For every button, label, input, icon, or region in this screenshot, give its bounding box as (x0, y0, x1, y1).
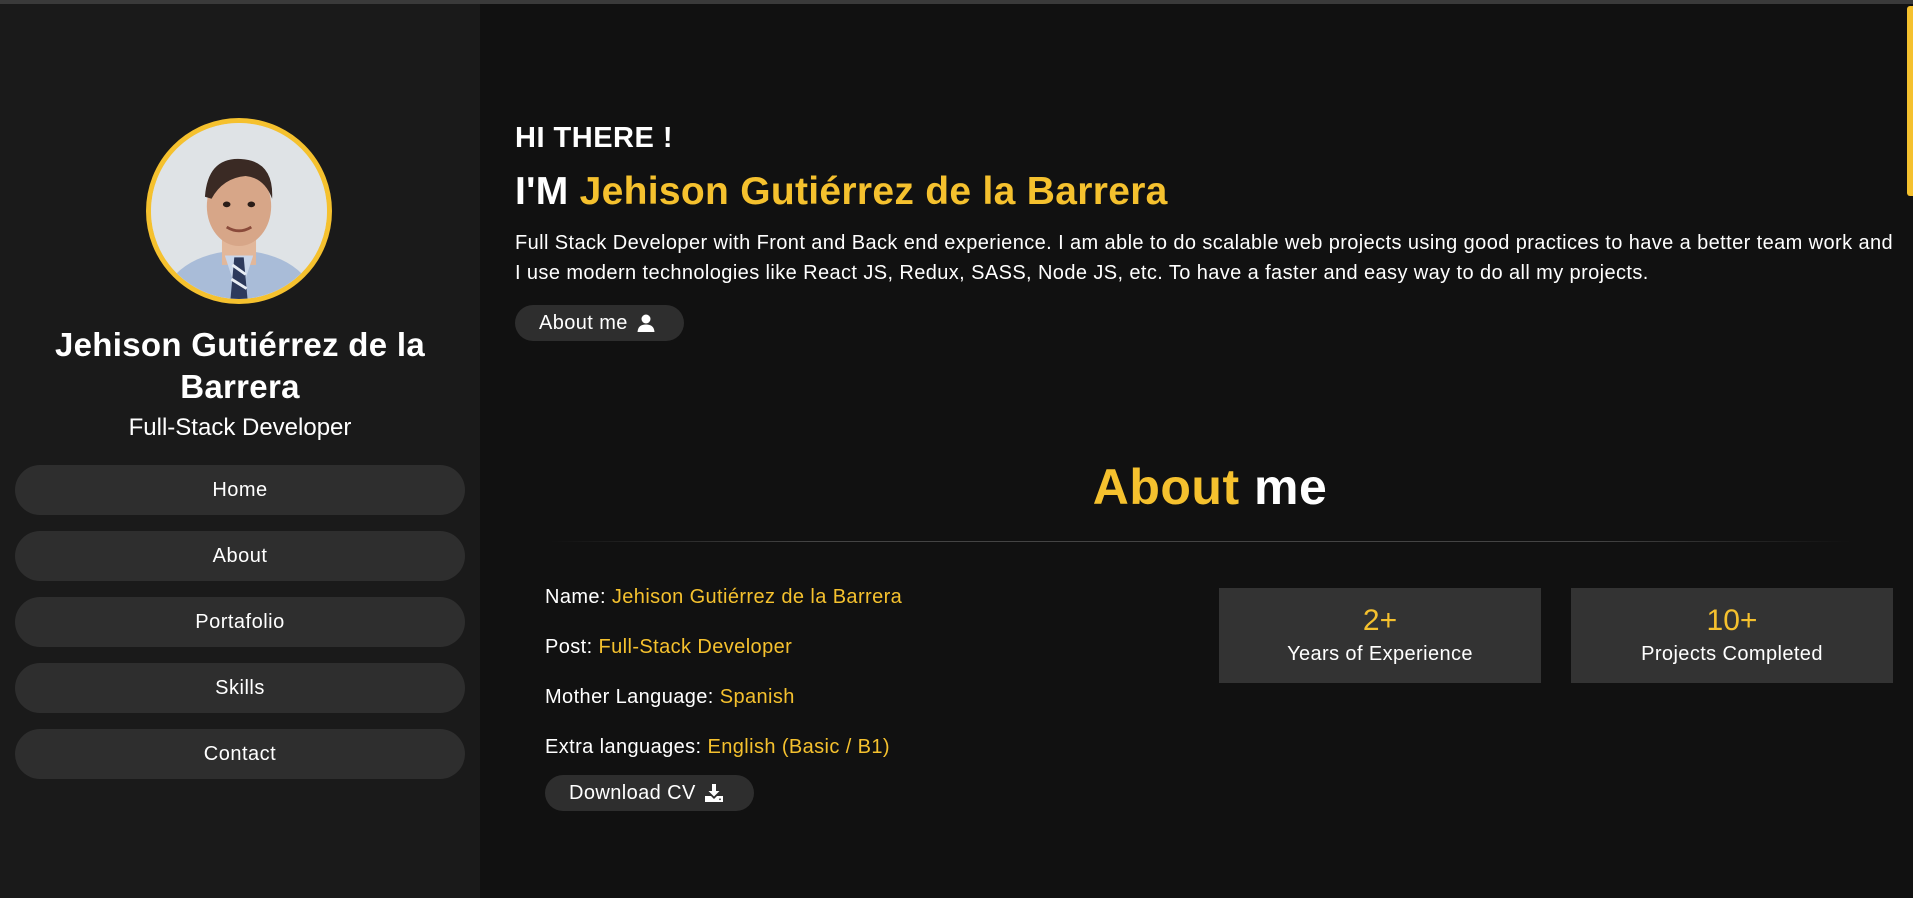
hero-headline: I'M Jehison Gutiérrez de la Barrera (515, 170, 1168, 214)
info-value: Jehison Gutiérrez de la Barrera (611, 586, 903, 608)
profile-role: Full-Stack Developer (128, 414, 352, 441)
download-icon (704, 783, 724, 803)
info-row-post: Post: Full-Stack Developer (545, 632, 1185, 682)
stat-label: Projects Completed (1641, 643, 1823, 665)
hero-greeting: HI THERE ! (515, 122, 674, 154)
stat-value: 10+ (1706, 604, 1758, 637)
info-value: English (Basic / B1) (707, 736, 890, 758)
about-info-list: Name: Jehison Gutiérrez de la Barrera Po… (545, 582, 1185, 782)
info-label: Post: (545, 636, 599, 658)
stat-label: Years of Experience (1287, 643, 1473, 665)
about-me-button-label: About me (539, 311, 628, 334)
nav-item-skills[interactable]: Skills (15, 663, 465, 713)
about-title-rest: me (1239, 459, 1328, 515)
nav-item-portafolio[interactable]: Portafolio (15, 597, 465, 647)
profile-name: Jehison Gutiérrez de la Barrera (54, 326, 425, 405)
info-label: Extra languages: (545, 736, 708, 758)
main-content: HI THERE ! I'M Jehison Gutiérrez de la B… (480, 4, 1913, 898)
avatar (146, 118, 332, 304)
stat-card-projects: 10+ Projects Completed (1571, 588, 1893, 683)
info-label: Mother Language: (545, 686, 720, 708)
info-value: Spanish (719, 686, 795, 708)
headline-name: Jehison Gutiérrez de la Barrera (579, 170, 1168, 213)
download-cv-button-label: Download CV (569, 781, 696, 804)
info-value: Full-Stack Developer (598, 636, 793, 658)
info-row-name: Name: Jehison Gutiérrez de la Barrera (545, 582, 1185, 632)
about-me-button[interactable]: About me (515, 305, 684, 341)
nav-item-contact[interactable]: Contact (15, 729, 465, 779)
hero-intro: Full Stack Developer with Front and Back… (515, 232, 1894, 284)
download-cv-button[interactable]: Download CV (545, 775, 754, 811)
user-icon (636, 313, 656, 333)
info-row-mother-language: Mother Language: Spanish (545, 682, 1185, 732)
sidebar-nav: Home About Portafolio Skills Contact (15, 465, 465, 795)
about-section-title: About me (480, 458, 1913, 516)
nav-item-home[interactable]: Home (15, 465, 465, 515)
sidebar: Jehison Gutiérrez de la Barrera Full-Sta… (0, 4, 480, 898)
scroll-indicator[interactable] (1907, 6, 1913, 196)
stat-card-experience: 2+ Years of Experience (1219, 588, 1541, 683)
stat-value: 2+ (1362, 604, 1398, 637)
section-divider (550, 541, 1850, 542)
profile-photo (151, 123, 327, 299)
headline-prefix: I'M (515, 170, 580, 213)
nav-item-about[interactable]: About (15, 531, 465, 581)
about-title-accent: About (1092, 459, 1240, 515)
info-label: Name: (545, 586, 612, 608)
